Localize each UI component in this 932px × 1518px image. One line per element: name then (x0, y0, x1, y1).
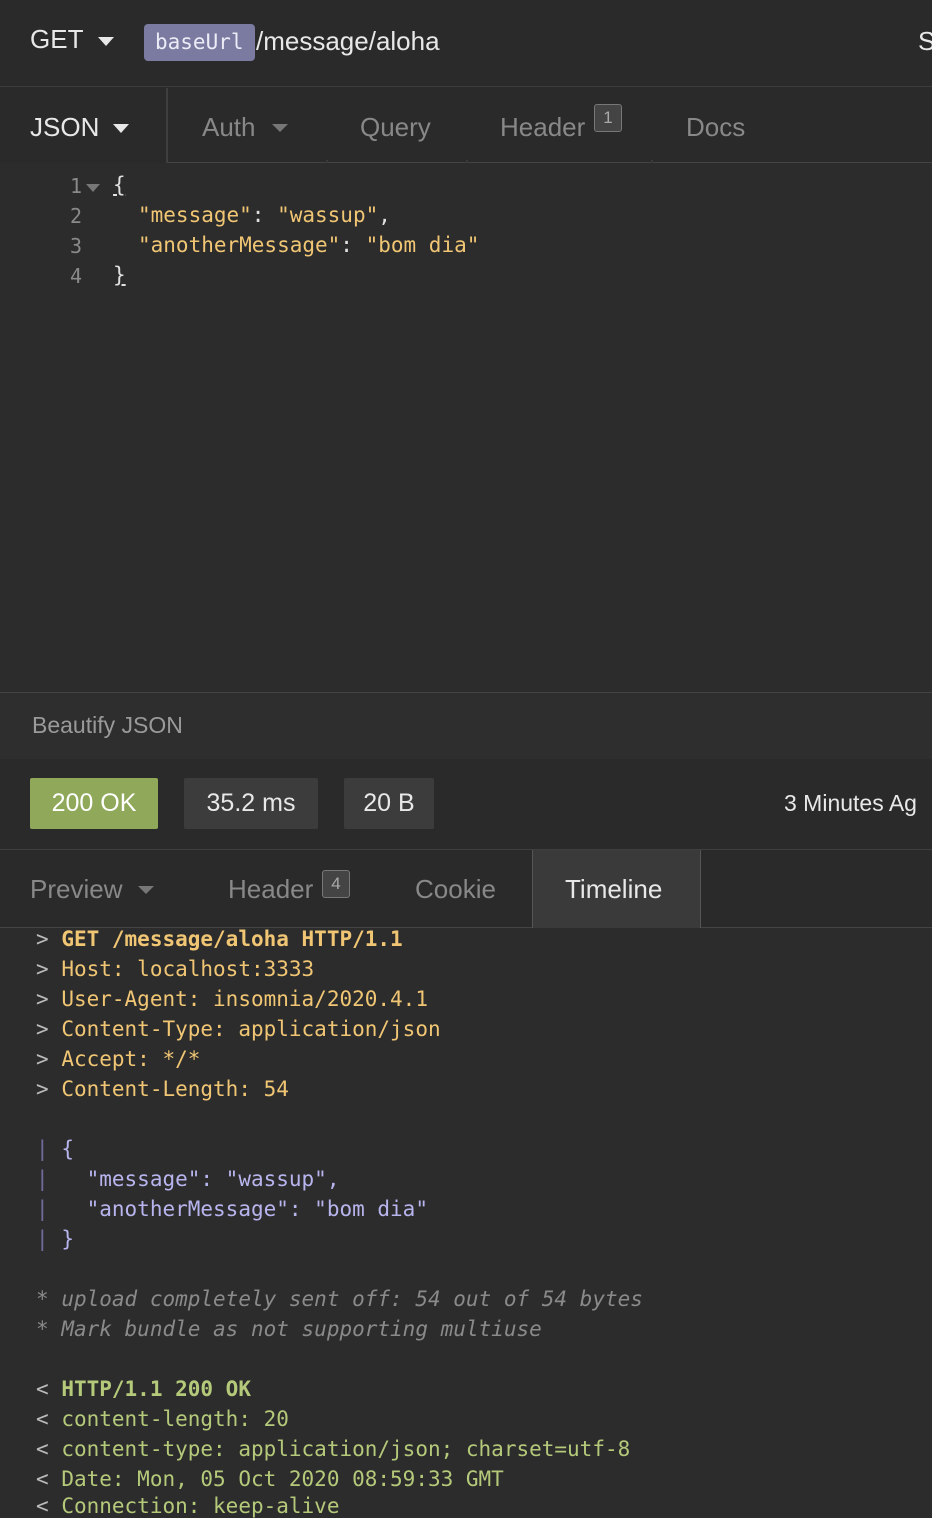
timeline-response-line: < Date: Mon, 05 Oct 2020 08:59:33 GMT (36, 1467, 504, 1491)
timeline-body-line: | { (36, 1137, 74, 1161)
out-prefix: > (36, 927, 49, 951)
tab-docs[interactable]: Docs (686, 112, 745, 143)
code-close-brace: } (113, 263, 126, 287)
response-size-badge: 20 B (344, 778, 434, 829)
chevron-down-icon[interactable] (98, 37, 114, 46)
timeline-request-line: > Content-Type: application/json (36, 1017, 441, 1041)
request-tabs (0, 87, 932, 163)
line-number: 2 (69, 204, 82, 228)
timeline-text: content-type: application/json; charset=… (61, 1437, 631, 1461)
timeline-response-line: < HTTP/1.1 200 OK (36, 1377, 251, 1401)
tab-divider (326, 160, 328, 163)
json-key: "anotherMessage" (138, 233, 341, 257)
tab-timeline[interactable]: Timeline (565, 874, 662, 905)
environment-variable-tag[interactable]: baseUrl (144, 24, 255, 61)
timeline-request-line: > Content-Length: 54 (36, 1077, 289, 1101)
response-time-badge: 35.2 ms (184, 778, 318, 829)
timeline-text: "message": "wassup", (61, 1167, 340, 1191)
in-prefix: < (36, 1377, 49, 1401)
timeline-text: Accept: */* (61, 1047, 201, 1071)
tab-query[interactable]: Query (360, 112, 431, 143)
timeline-request-line: > GET /message/aloha HTTP/1.1 (36, 927, 403, 951)
timeline-body-line: | } (36, 1227, 74, 1251)
code-line: "anotherMessage": "bom dia" (138, 233, 480, 257)
tab-body-json[interactable]: JSON (30, 112, 99, 143)
in-prefix: < (36, 1407, 49, 1431)
line-number: 3 (69, 234, 82, 258)
json-key: "message" (138, 203, 252, 227)
tab-divider (651, 160, 653, 163)
pipe-prefix: | (36, 1197, 49, 1221)
pipe-prefix: | (36, 1227, 49, 1251)
response-timestamp[interactable]: 3 Minutes Ag (784, 790, 917, 817)
timeline-body-line: | "anotherMessage": "bom dia" (36, 1197, 428, 1221)
method-dropdown[interactable]: GET (30, 24, 83, 55)
chevron-down-icon[interactable] (113, 124, 129, 133)
chevron-down-icon[interactable] (272, 124, 288, 132)
pipe-prefix: | (36, 1137, 49, 1161)
url-input[interactable]: /message/aloha (256, 26, 440, 57)
send-button[interactable]: S (918, 26, 932, 57)
status-text: 200 OK (51, 789, 137, 817)
code-line: "message": "wassup", (138, 203, 391, 227)
timeline-request-line: > User-Agent: insomnia/2020.4.1 (36, 987, 428, 1011)
fold-caret-icon[interactable] (86, 184, 100, 192)
timeline-info-line: * upload completely sent off: 54 out of … (36, 1287, 643, 1311)
code-open-brace: { (113, 173, 126, 197)
timeline-text: Content-Length: 54 (61, 1077, 289, 1101)
tab-cookie[interactable]: Cookie (415, 874, 496, 905)
timeline-text: HTTP/1.1 200 OK (61, 1377, 251, 1401)
chevron-down-icon[interactable] (138, 886, 154, 894)
timeline-response-line: < Connection: keep-alive (36, 1494, 339, 1518)
timeline-text: Connection: keep-alive (61, 1494, 340, 1518)
out-prefix: > (36, 1077, 49, 1101)
timeline-response-line: < content-type: application/json; charse… (36, 1437, 630, 1461)
timeline-body-line: | "message": "wassup", (36, 1167, 339, 1191)
status-badge: 200 OK (30, 778, 158, 829)
json-value: "bom dia" (365, 233, 480, 257)
in-prefix: < (36, 1467, 49, 1491)
timeline-text: Host: localhost:3333 (61, 957, 315, 981)
timeline-text: content-length: 20 (61, 1407, 289, 1431)
tab-divider (466, 160, 468, 163)
header-count-badge: 4 (322, 870, 350, 898)
beautify-json-button[interactable]: Beautify JSON (32, 712, 183, 739)
timeline-request-line: > Accept: */* (36, 1047, 200, 1071)
info-prefix: * (36, 1287, 49, 1311)
in-prefix: < (36, 1437, 49, 1461)
tab-response-header[interactable]: Header (228, 874, 313, 905)
out-prefix: > (36, 1047, 49, 1071)
timeline-text: } (61, 1227, 74, 1251)
timeline-text: Mark bundle as not supporting multiuse (61, 1317, 542, 1341)
tab-divider (166, 88, 168, 163)
pipe-prefix: | (36, 1167, 49, 1191)
line-number: 4 (69, 264, 82, 288)
timeline-text: Date: Mon, 05 Oct 2020 08:59:33 GMT (61, 1467, 504, 1491)
url-bar (0, 0, 932, 87)
out-prefix: > (36, 1017, 49, 1041)
timeline-text: Content-Type: application/json (61, 1017, 441, 1041)
info-prefix: * (36, 1317, 49, 1341)
line-number: 1 (69, 174, 82, 198)
tab-preview[interactable]: Preview (30, 874, 122, 905)
timeline-text: User-Agent: insomnia/2020.4.1 (61, 987, 428, 1011)
timeline-text: { (61, 1137, 74, 1161)
timeline-text: upload completely sent off: 54 out of 54… (61, 1287, 643, 1311)
timeline-text: GET /message/aloha HTTP/1.1 (61, 927, 403, 951)
timeline-text: "anotherMessage": "bom dia" (61, 1197, 428, 1221)
timeline-response-line: < content-length: 20 (36, 1407, 289, 1431)
json-value: "wassup" (277, 203, 379, 227)
timeline-request-line: > Host: localhost:3333 (36, 957, 314, 981)
timeline-info-line: * Mark bundle as not supporting multiuse (36, 1317, 542, 1341)
out-prefix: > (36, 957, 49, 981)
tab-header[interactable]: Header (500, 112, 585, 143)
out-prefix: > (36, 987, 49, 1011)
tab-auth[interactable]: Auth (202, 112, 256, 143)
tabs-divider (168, 162, 932, 163)
in-prefix: < (36, 1494, 49, 1518)
header-count-badge: 1 (594, 104, 622, 132)
